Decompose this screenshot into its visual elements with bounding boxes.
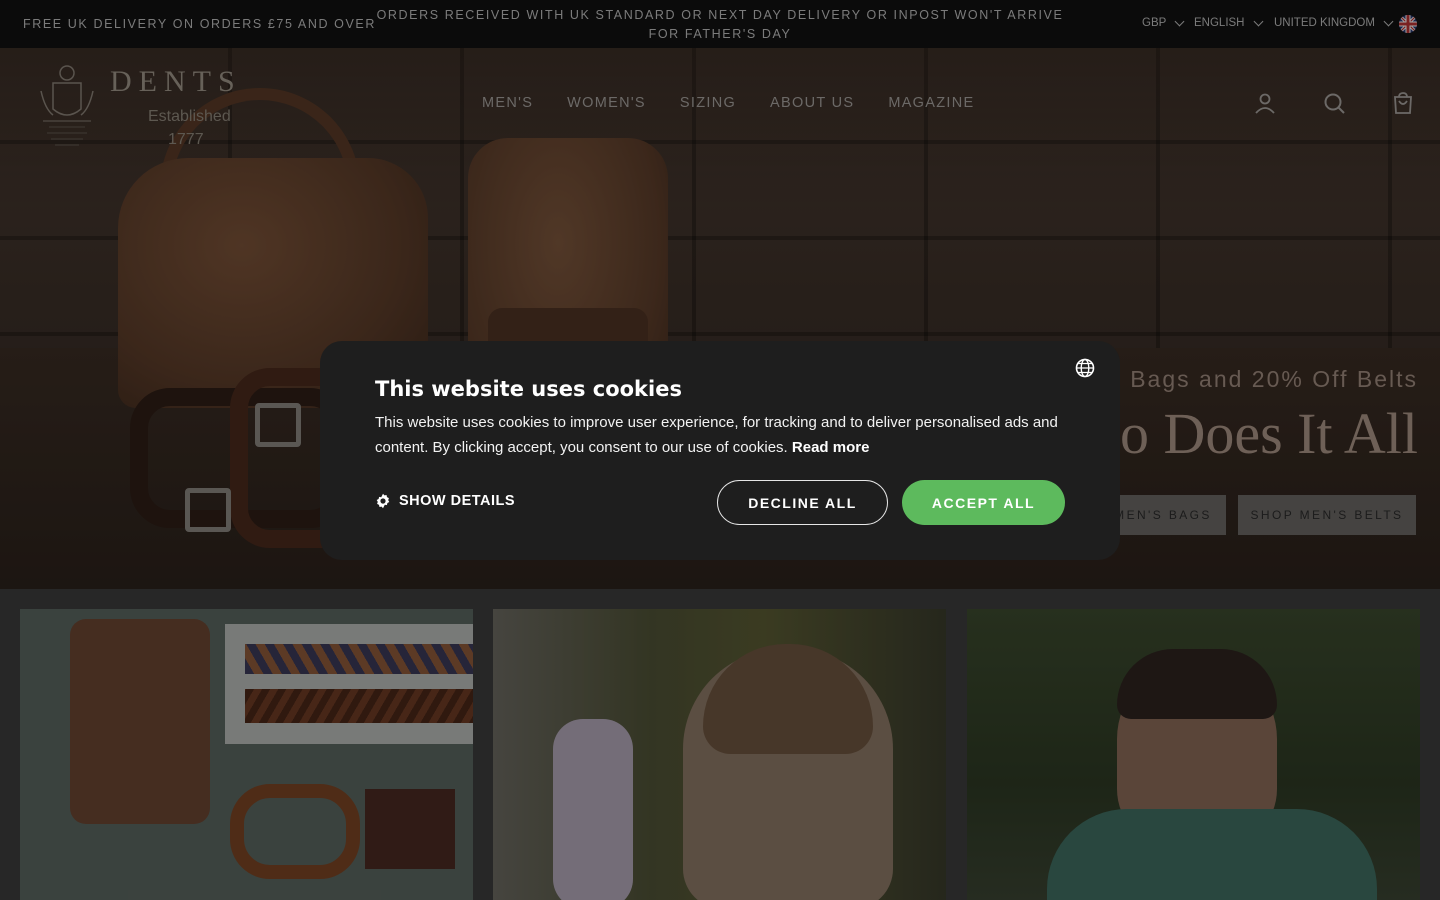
show-details-label: SHOW DETAILS	[399, 493, 516, 509]
cookie-consent-dialog: This website uses cookies This website u…	[320, 341, 1120, 560]
globe-icon[interactable]	[1075, 358, 1095, 378]
accept-all-button[interactable]: ACCEPT ALL	[902, 480, 1065, 525]
cookie-body-text: This website uses cookies to improve use…	[375, 414, 1058, 456]
cookie-title: This website uses cookies	[375, 377, 682, 401]
gear-icon	[376, 493, 390, 509]
decline-all-button[interactable]: DECLINE ALL	[717, 480, 888, 525]
read-more-link[interactable]: Read more	[792, 439, 870, 456]
cookie-description: This website uses cookies to improve use…	[375, 410, 1065, 460]
show-details-toggle[interactable]: SHOW DETAILS	[375, 493, 515, 509]
